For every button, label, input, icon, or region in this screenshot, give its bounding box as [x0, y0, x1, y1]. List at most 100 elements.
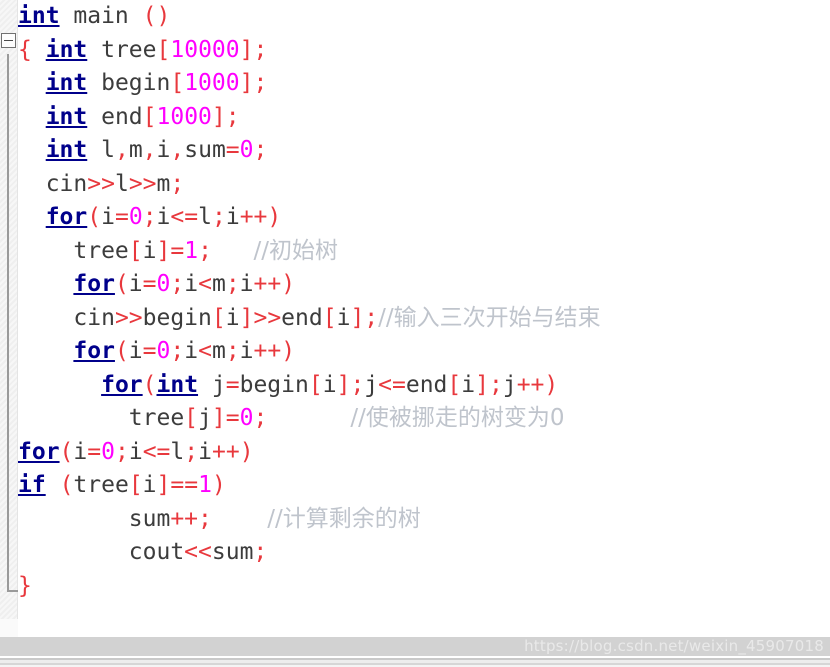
code-token-id [32, 37, 46, 63]
code-token-op: ++ [253, 338, 282, 364]
code-token-num: 1 [198, 472, 212, 498]
code-token-br: [ [211, 304, 226, 331]
code-token-kw: int [156, 371, 199, 398]
code-token-num: 1000 [156, 103, 212, 130]
code-token-kw: for [73, 271, 115, 297]
code-token-id: end [405, 371, 448, 398]
code-token-br: ] [156, 472, 171, 498]
code-token-op: <= [170, 204, 199, 230]
code-token-id: i [239, 338, 254, 364]
code-token-id: end [87, 103, 143, 130]
code-token-pn: ( [59, 472, 74, 498]
code-token-id: i [225, 304, 240, 331]
code-token-op: <= [142, 438, 171, 465]
code-token-op: ; [253, 70, 268, 96]
code-token-id: i [184, 271, 199, 297]
code-token-id: j [198, 405, 212, 431]
code-token-br: { [18, 36, 32, 63]
code-token-id: j [198, 371, 226, 398]
code-token-br: ] [156, 237, 171, 264]
code-token-op: = [87, 438, 102, 465]
code-line[interactable]: for(int j=begin[i];j<=end[i];j++) [18, 369, 830, 403]
code-token-pn: ( [142, 371, 157, 398]
code-token-id: l [87, 137, 115, 163]
code-line[interactable]: for(i=0;i<=l;i++) [18, 436, 830, 470]
code-token-br: [ [170, 70, 185, 96]
code-token-pn: () [142, 3, 171, 29]
code-line[interactable]: int l,m,i,sum=0; [18, 134, 830, 168]
code-line[interactable]: tree[i]=1; //初始树 [18, 235, 830, 269]
code-token-id: l [170, 438, 185, 465]
code-token-op: ++ [253, 271, 282, 297]
code-token-op: ; [253, 539, 268, 565]
code-token-num: 1 [184, 237, 199, 264]
code-token-kw: int [18, 3, 60, 29]
code-token-num: 10000 [170, 36, 240, 63]
code-token-op: ; [225, 338, 240, 364]
code-token-br: [ [184, 405, 199, 431]
collapse-block-icon[interactable] [1, 33, 16, 48]
code-token-id: tree [87, 36, 157, 63]
code-token-op: < [198, 271, 212, 297]
code-token-kw: if [18, 472, 46, 498]
code-line[interactable]: tree[j]=0; //使被挪走的树变为0 [18, 402, 830, 436]
code-token-id: i [142, 237, 157, 264]
code-token-br: [ [322, 304, 337, 331]
code-token-op: , [170, 137, 185, 163]
code-token-pn: ) [281, 338, 296, 364]
code-line[interactable]: cin>>l>>m; [18, 168, 830, 202]
code-line[interactable]: for(i=0;i<m;i++) [18, 335, 830, 369]
code-content-area[interactable]: int main (){ int tree[10000]; int begin[… [18, 0, 830, 619]
code-token-kw: for [45, 204, 88, 230]
code-token-op: < [198, 338, 212, 364]
code-token-op: ; [170, 271, 185, 297]
code-token-pn: ) [239, 438, 254, 465]
code-token-pn: ) [544, 371, 559, 398]
code-line[interactable]: { int tree[10000]; [18, 34, 830, 68]
code-line[interactable]: for(i=0;i<=l;i++) [18, 201, 830, 235]
code-line[interactable]: int main () [18, 0, 830, 34]
code-line[interactable]: if (tree[i]==1) [18, 469, 830, 503]
code-token-op: ; [488, 371, 503, 398]
code-token-id: j [364, 371, 379, 398]
code-token-id: m [156, 170, 171, 197]
code-line[interactable]: for(i=0;i<m;i++) [18, 268, 830, 302]
code-token-pn: ) [211, 472, 226, 498]
code-line[interactable]: cout<<sum; [18, 536, 830, 570]
code-token-br: } [18, 572, 32, 599]
code-line[interactable]: int begin[1000]; [18, 67, 830, 101]
code-token-br: ] [350, 304, 365, 331]
code-token-op: << [184, 539, 212, 565]
code-token-id: i [322, 371, 337, 398]
code-token-br: ] [239, 36, 254, 63]
code-token-id: end [281, 304, 323, 331]
code-token-op: ; [253, 137, 268, 163]
code-token-id: i [225, 204, 240, 230]
code-token-br: [ [308, 371, 323, 398]
code-token-id: i [128, 271, 143, 297]
code-token-kw: int [45, 36, 88, 63]
code-token-op: , [114, 137, 129, 163]
code-token-id: begin [87, 70, 171, 96]
code-line[interactable]: int end[1000]; [18, 101, 830, 135]
code-token-br: [ [156, 36, 171, 63]
code-token-op: >> [128, 170, 157, 197]
code-token-br: ] [239, 304, 254, 331]
code-line[interactable]: } [18, 570, 830, 604]
code-token-kw: int [45, 137, 88, 163]
code-token-op: == [170, 472, 199, 498]
code-token-br: [ [142, 103, 157, 130]
code-token-op: >> [114, 304, 143, 331]
code-token-kw: for [18, 438, 60, 465]
editor-gutter [0, 0, 18, 619]
code-line[interactable]: cin>>begin[i]>>end[i];//输入三次开始与结束 [18, 302, 830, 336]
code-line[interactable]: sum++; //计算剩余的树 [18, 503, 830, 537]
code-token-num: 0 [239, 137, 254, 163]
code-token-id: cin [45, 170, 88, 197]
code-token-br: ] [239, 70, 254, 96]
code-token-br: ] [211, 405, 226, 431]
